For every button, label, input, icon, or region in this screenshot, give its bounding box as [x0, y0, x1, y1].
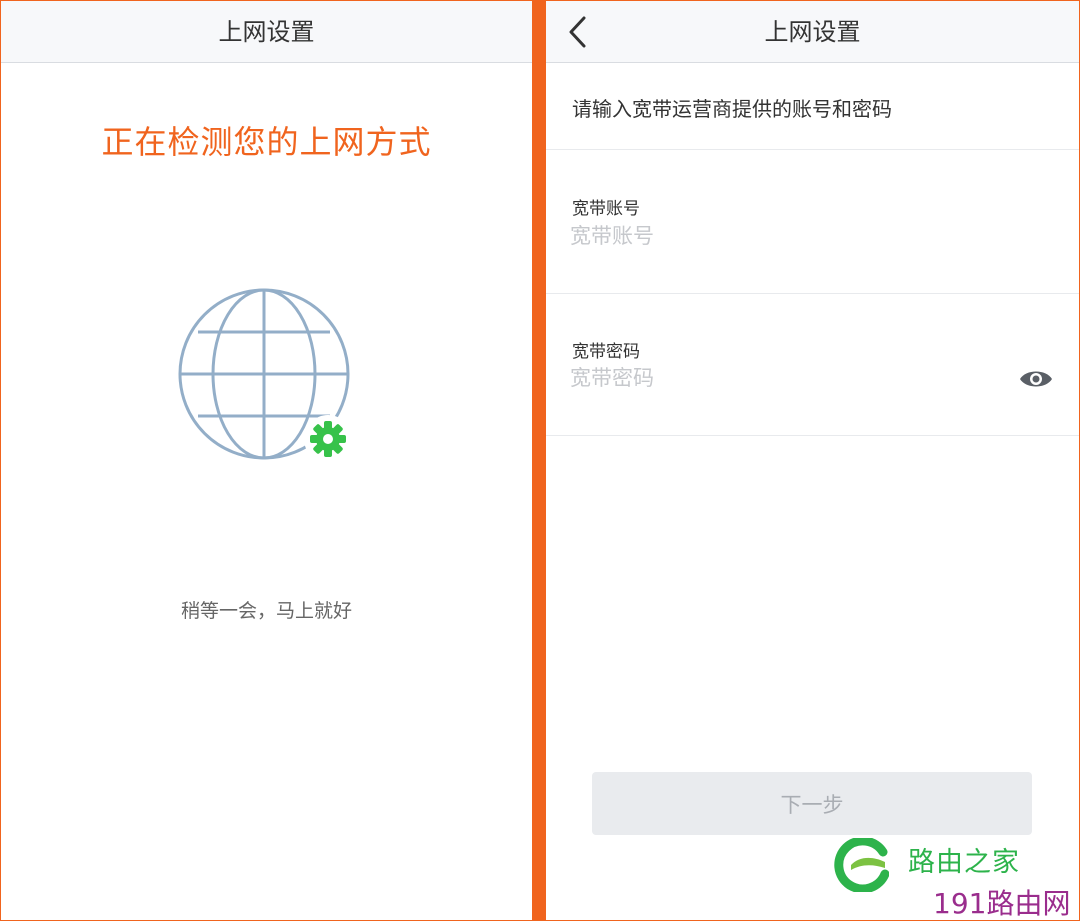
gear-icon [304, 415, 352, 463]
watermark-logo-icon [834, 838, 889, 892]
watermark-brand: 路由之家 [908, 847, 1020, 878]
detecting-heading: 正在检测您的上网方式 [101, 123, 432, 161]
password-input[interactable] [570, 361, 1000, 395]
next-step-button[interactable]: 下一步 [592, 772, 1032, 835]
account-label: 宽带账号 [572, 199, 640, 219]
wait-message: 稍等一会，马上就好 [180, 600, 352, 622]
eye-icon[interactable] [1019, 367, 1053, 391]
nav-bar: 上网设置 [1, 1, 532, 63]
screenshot-root: 上网设置 正在检测您的上网方式 稍等一会，马上就好 上网设置 请输入宽带运营商提… [0, 0, 1080, 921]
nav-bar: 上网设置 [546, 1, 1079, 63]
divider [546, 149, 1079, 150]
account-input[interactable] [570, 219, 1000, 253]
watermark-site: 191路由网 [933, 887, 1071, 920]
pppoe-setup-screen: 上网设置 请输入宽带运营商提供的账号和密码 宽带账号 宽带密码 下一步 [546, 1, 1079, 920]
detecting-screen: 上网设置 正在检测您的上网方式 稍等一会，马上就好 [1, 1, 532, 920]
password-label: 宽带密码 [572, 342, 640, 362]
divider [546, 293, 1079, 294]
divider [546, 435, 1079, 436]
page-title: 上网设置 [764, 18, 861, 46]
instruction-text: 请输入宽带运营商提供的账号和密码 [572, 97, 892, 121]
globe-illustration [171, 284, 361, 474]
page-title: 上网设置 [218, 18, 315, 46]
